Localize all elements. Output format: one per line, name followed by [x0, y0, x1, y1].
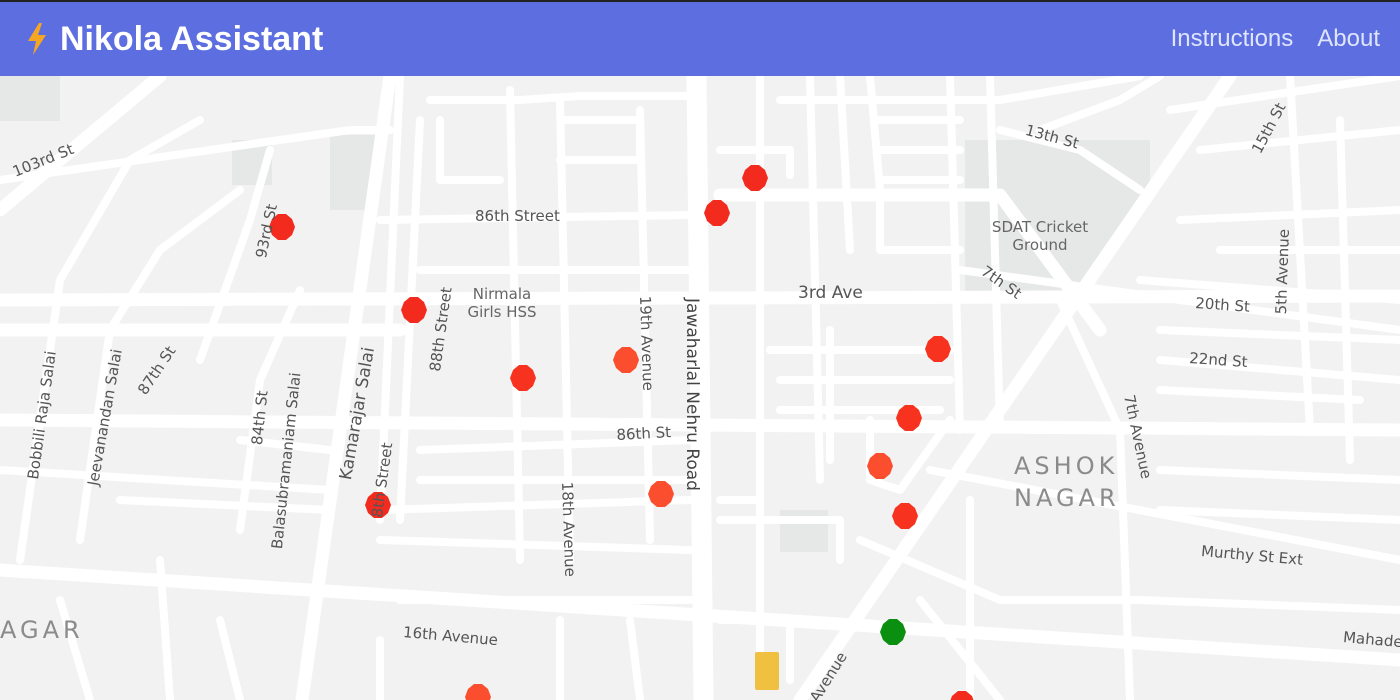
street-label: 19th Avenue — [636, 295, 658, 392]
nav-about-link[interactable]: About — [1317, 24, 1380, 54]
map-view[interactable]: 103rd St 93rd St 86th Street 13th St 15t… — [0, 76, 1400, 700]
street-label: 18th Avenue — [558, 481, 580, 578]
area-label-nagar-left: AGAR — [0, 616, 84, 644]
lightning-bolt-icon — [28, 23, 46, 55]
app-title: Nikola Assistant — [60, 20, 324, 58]
poi-label-cricket-ground: SDAT Cricket Ground — [991, 218, 1089, 254]
area-label-ashok: ASHOK — [1014, 452, 1119, 480]
area-label-nagar: NAGAR — [1014, 484, 1120, 512]
nav-instructions-link[interactable]: Instructions — [1171, 24, 1294, 54]
brand[interactable]: Nikola Assistant — [26, 20, 323, 58]
yellow-marker[interactable] — [755, 652, 779, 690]
park-block — [0, 76, 60, 121]
street-label: 20th St — [1194, 294, 1251, 316]
street-label: 86th Street — [475, 207, 560, 225]
street-label: Jawaharlal Nehru Road — [682, 298, 702, 491]
top-nav: Instructions About — [1171, 24, 1380, 54]
app-header: Nikola Assistant Instructions About — [0, 0, 1400, 76]
street-label: 3rd Ave — [798, 283, 863, 303]
poi-label-school: Nirmala Girls HSS — [467, 285, 537, 321]
street-label: 86th St — [616, 423, 672, 444]
street-label: 5th Avenue — [1272, 228, 1293, 315]
